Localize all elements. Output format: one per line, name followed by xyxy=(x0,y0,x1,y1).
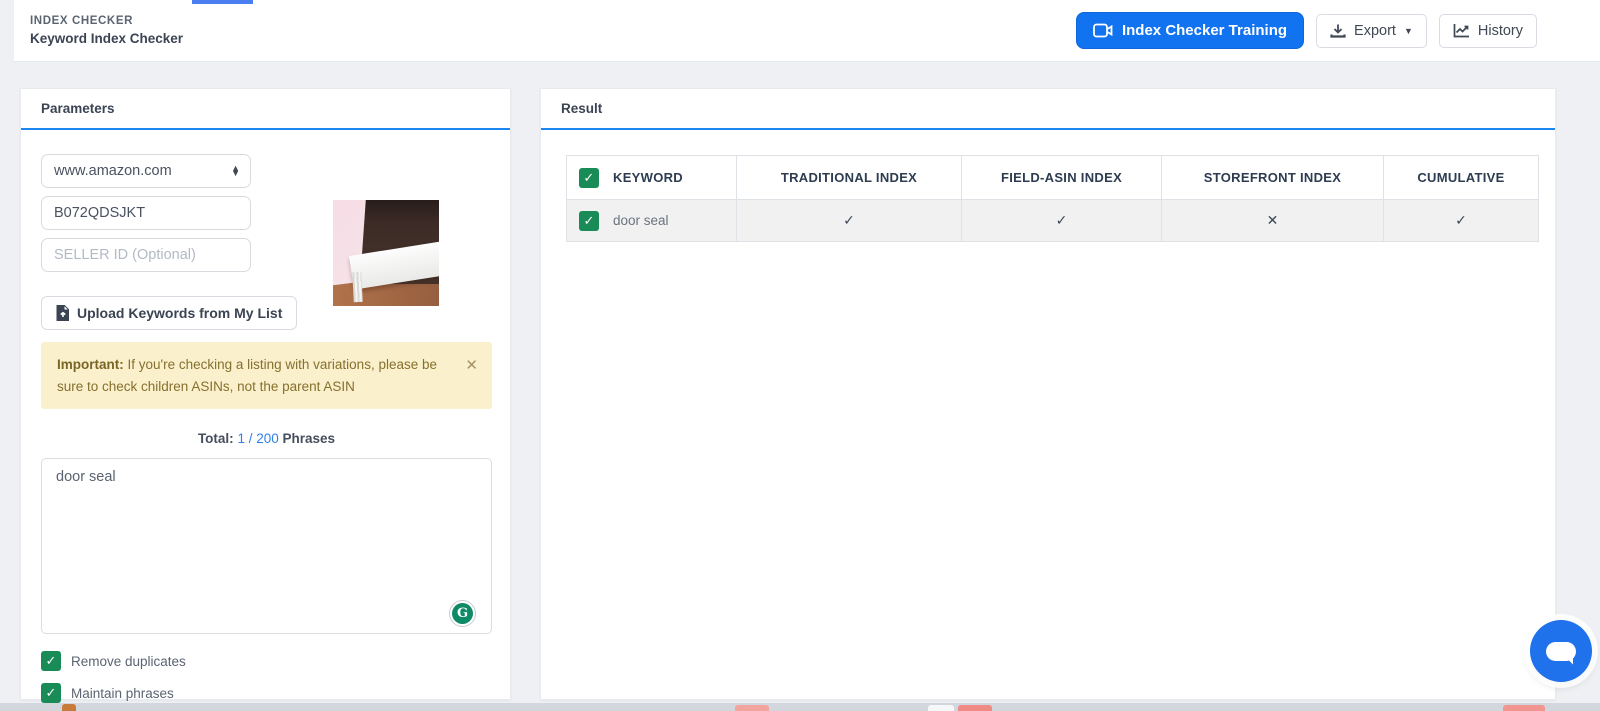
taskbar-item xyxy=(958,705,992,711)
training-button-label: Index Checker Training xyxy=(1121,22,1288,39)
seller-id-input[interactable] xyxy=(41,238,251,272)
col-field-asin-index: FIELD-ASIN INDEX xyxy=(961,155,1162,200)
grammarly-icon[interactable]: G xyxy=(449,600,476,628)
field-asin-index-mark: ✓ xyxy=(961,199,1162,242)
row-checkbox[interactable]: ✓ xyxy=(579,210,599,231)
file-upload-icon xyxy=(56,305,69,321)
remove-duplicates-row: ✓ Remove duplicates xyxy=(41,651,490,672)
col-storefront-index: STOREFRONT INDEX xyxy=(1161,155,1384,200)
col-keyword: ✓ KEYWORD xyxy=(566,155,737,200)
warning-banner: Important: If you're checking a listing … xyxy=(41,342,492,410)
header-actions: Index Checker Training Export ▼ History xyxy=(1075,12,1537,49)
chevron-down-icon: ▼ xyxy=(1403,25,1413,36)
parameters-body: www.amazon.com ▲▼ Upload Keywords from M… xyxy=(21,130,510,704)
traditional-index-mark: ✓ xyxy=(736,199,962,242)
page-header: INDEX CHECKER Keyword Index Checker Inde… xyxy=(14,0,1600,62)
taskbar-item xyxy=(928,705,954,711)
keywords-area-wrap: door seal G xyxy=(41,458,492,639)
history-chart-icon xyxy=(1453,23,1470,38)
parameters-panel-title: Parameters xyxy=(21,89,510,130)
maintain-phrases-checkbox[interactable]: ✓ xyxy=(41,683,61,704)
export-button-label: Export xyxy=(1354,22,1396,39)
total-suffix: Phrases xyxy=(282,431,336,447)
grammarly-letter: G xyxy=(452,603,473,625)
upload-keywords-label: Upload Keywords from My List xyxy=(77,305,283,321)
taskbar-item xyxy=(62,704,76,711)
upload-keywords-button[interactable]: Upload Keywords from My List xyxy=(41,296,298,330)
chat-bubble-tail xyxy=(1565,656,1573,665)
keywords-textarea[interactable]: door seal xyxy=(41,458,492,635)
col-cumulative: CUMULATIVE xyxy=(1383,155,1539,200)
close-icon[interactable]: ✕ xyxy=(465,354,478,378)
remove-duplicates-label: Remove duplicates xyxy=(71,653,186,669)
parameters-panel: Parameters www.amazon.com ▲▼ Upload Keyw… xyxy=(20,88,511,704)
total-count: 1 / 200 xyxy=(237,431,279,447)
table-row: ✓ door seal ✓ ✓ ✕ ✓ xyxy=(566,199,1539,242)
chat-bubble-icon xyxy=(1546,641,1576,665)
maintain-phrases-label: Maintain phrases xyxy=(71,685,174,701)
history-button[interactable]: History xyxy=(1438,13,1537,48)
download-icon xyxy=(1330,23,1346,39)
asin-input[interactable] xyxy=(41,196,251,230)
breadcrumb: INDEX CHECKER xyxy=(30,15,134,27)
total-phrases-line: Total: 1 / 200 Phrases xyxy=(41,431,492,446)
product-image-brush xyxy=(352,271,363,303)
result-table: ✓ KEYWORD TRADITIONAL INDEX FIELD-ASIN I… xyxy=(566,155,1539,242)
history-button-label: History xyxy=(1477,22,1523,39)
page-title-block: INDEX CHECKER Keyword Index Checker xyxy=(30,15,183,46)
cumulative-mark: ✓ xyxy=(1383,199,1539,242)
warning-bold: Important: xyxy=(57,357,124,372)
select-all-checkbox[interactable]: ✓ xyxy=(579,167,599,188)
page-title: Keyword Index Checker xyxy=(30,31,184,46)
export-button[interactable]: Export ▼ xyxy=(1316,13,1427,48)
marketplace-selected-value: www.amazon.com xyxy=(54,163,172,179)
result-panel-title: Result xyxy=(541,89,1555,130)
col-traditional-index: TRADITIONAL INDEX xyxy=(736,155,962,200)
remove-duplicates-checkbox[interactable]: ✓ xyxy=(41,651,61,672)
result-table-header-row: ✓ KEYWORD TRADITIONAL INDEX FIELD-ASIN I… xyxy=(566,155,1539,200)
taskbar-item xyxy=(735,705,769,711)
chat-widget-button[interactable] xyxy=(1530,620,1592,682)
bottom-taskbar-edge xyxy=(0,703,1600,711)
marketplace-select[interactable]: www.amazon.com ▲ ▼ xyxy=(41,154,251,188)
keyword-cell: ✓ door seal xyxy=(566,199,737,242)
keyword-text: door seal xyxy=(613,213,669,228)
result-panel: Result ✓ KEYWORD TRADITIONAL INDEX FIELD… xyxy=(540,88,1556,700)
col-keyword-label: KEYWORD xyxy=(613,170,683,185)
total-label: Total: xyxy=(197,431,234,447)
select-arrows-icon: ▲ ▼ xyxy=(231,163,240,178)
storefront-index-mark: ✕ xyxy=(1161,199,1384,242)
top-scroll-indicator xyxy=(192,0,253,4)
video-camera-icon xyxy=(1093,23,1113,38)
taskbar-item xyxy=(1503,705,1545,711)
training-button[interactable]: Index Checker Training xyxy=(1075,12,1305,49)
product-image xyxy=(333,200,439,306)
maintain-phrases-row: ✓ Maintain phrases xyxy=(41,683,490,704)
